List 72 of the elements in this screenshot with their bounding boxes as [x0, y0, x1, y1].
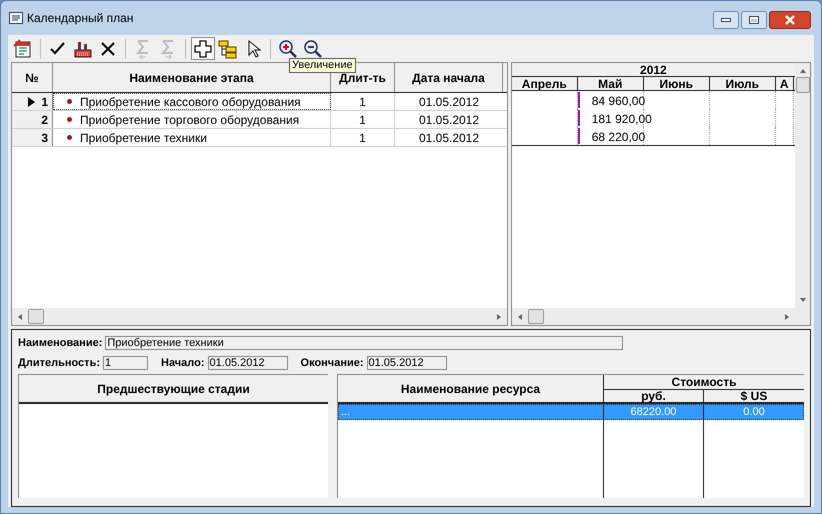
scroll-down-icon[interactable]	[798, 296, 806, 304]
table-cell: 1	[331, 111, 395, 128]
tooltip: Увеличение	[289, 58, 356, 73]
month-header: Апрель	[512, 77, 578, 90]
maximize-button[interactable]	[741, 11, 767, 29]
end-date-field[interactable]: 01.05.2012	[366, 356, 447, 370]
column-header[interactable]: руб.	[604, 390, 704, 402]
table-cell-text: 01.05.2012	[418, 130, 480, 146]
bar-value: 84 960,00	[592, 93, 646, 110]
stage-name: Приобретение торгового оборудования	[80, 112, 300, 128]
scroll-left-icon[interactable]	[516, 312, 524, 320]
bar-marker	[578, 92, 580, 108]
plus-icon	[192, 38, 214, 60]
column-header[interactable]: №	[12, 63, 53, 92]
row-number: 1	[41, 94, 48, 110]
table-cell: 1	[331, 129, 395, 146]
tree-icon	[217, 38, 239, 60]
close-button[interactable]	[769, 11, 811, 29]
horizontal-scrollbar[interactable]	[12, 308, 507, 325]
table-row[interactable]: 2 Приобретение торгового оборудования 1 01.05.2012	[12, 111, 507, 129]
close-icon	[784, 15, 796, 25]
field-label: Окончание:	[300, 356, 364, 371]
toolbar-button[interactable]	[191, 37, 215, 60]
horizontal-scrollbar[interactable]	[512, 308, 795, 325]
year-header: 2012	[512, 63, 795, 77]
scroll-right-icon[interactable]	[494, 312, 503, 320]
window-icon	[9, 12, 23, 24]
table-cell: 1	[331, 93, 395, 110]
bullet-icon	[67, 117, 72, 122]
minimize-button[interactable]	[713, 11, 739, 29]
bar-marker	[578, 128, 580, 144]
stage-name: Приобретение кассового оборудования	[80, 94, 301, 110]
scrollbar-thumb[interactable]	[528, 309, 544, 324]
stage-name: Приобретение техники	[80, 130, 207, 146]
scroll-up-icon[interactable]	[798, 67, 806, 75]
table-cell-text: 01.05.2012	[418, 94, 480, 110]
month-header: Июнь	[644, 77, 710, 90]
maximize-icon	[749, 16, 759, 24]
scrollbar-thumb[interactable]	[28, 309, 44, 324]
zoom-in-icon	[277, 38, 299, 60]
table-row[interactable]: 3 Приобретение техники 1 01.05.2012	[12, 129, 507, 147]
row-pointer-icon	[28, 96, 36, 106]
duration-field[interactable]: 1	[103, 356, 148, 370]
table-cell-text: 01.05.2012	[418, 112, 480, 128]
row-number: 3	[41, 130, 48, 146]
bar-marker	[578, 110, 580, 126]
field-label: Начало:	[161, 356, 205, 371]
bar-value: 181 920,00	[592, 111, 652, 128]
field-label: Наименование:	[18, 336, 102, 351]
field-label: Длительность:	[18, 356, 100, 371]
bullet-icon	[67, 135, 72, 140]
vertical-scrollbar[interactable]	[795, 63, 810, 308]
column-header[interactable]: Наименование ресурса	[338, 375, 604, 402]
column-header[interactable]: $ US	[704, 390, 804, 402]
column-header[interactable]: Предшествующие стадии	[19, 375, 328, 404]
zoom-out-icon	[302, 38, 324, 60]
column-group-header: Стоимость	[604, 375, 804, 390]
start-date-field[interactable]: 01.05.2012	[208, 356, 288, 370]
window-title: Календарный план	[27, 10, 134, 27]
scroll-left-icon[interactable]	[16, 312, 24, 320]
scroll-right-icon[interactable]	[783, 312, 791, 320]
bullet-icon	[67, 99, 72, 104]
name-field[interactable]: Приобретение техники	[105, 336, 624, 350]
scrollbar-thumb[interactable]	[796, 77, 810, 93]
month-header: Май	[578, 77, 644, 90]
column-header[interactable]: Дата начала	[395, 63, 503, 92]
row-number: 2	[41, 112, 48, 128]
minimize-icon	[721, 18, 731, 22]
month-header: Июль	[710, 77, 776, 90]
month-header: А	[776, 77, 794, 90]
table-row[interactable]: 1 Приобретение кассового оборудования 1 01.05.2012	[12, 93, 507, 111]
bar-value: 68 220,00	[592, 129, 646, 146]
